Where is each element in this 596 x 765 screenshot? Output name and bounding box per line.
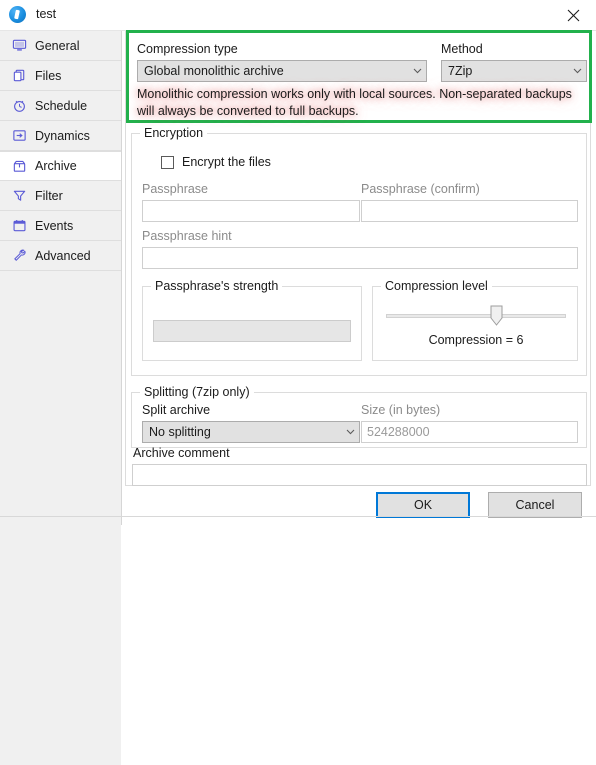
sidebar-item-archive[interactable]: Archive	[0, 151, 121, 181]
sidebar-item-label: Archive	[35, 159, 77, 173]
archive-icon	[11, 158, 27, 174]
splitting-group: Splitting (7zip only) Split archive No s…	[131, 385, 587, 448]
monitor-icon	[11, 38, 27, 54]
compression-level-value: Compression = 6	[428, 333, 524, 347]
compression-level-group: Compression level Compression = 6	[372, 279, 578, 361]
encrypt-files-label: Encrypt the files	[182, 155, 271, 169]
encryption-group: Encryption Encrypt the files Passphrase …	[131, 126, 587, 376]
sidebar-item-label: Advanced	[35, 248, 91, 263]
sidebar-item-label: General	[35, 38, 80, 53]
passphrase-confirm-label: Passphrase (confirm)	[361, 182, 480, 196]
compression-type-select[interactable]: Global monolithic archive	[137, 60, 427, 82]
split-archive-select[interactable]: No splitting	[142, 421, 360, 443]
compression-level-title: Compression level	[381, 279, 492, 293]
window-title: test	[36, 7, 57, 21]
sidebar-item-files[interactable]: Files	[0, 61, 121, 91]
passphrase-label: Passphrase	[142, 182, 209, 196]
compression-warning-text: Monolithic compression works only with l…	[137, 87, 572, 118]
sidebar-item-filter[interactable]: Filter	[0, 181, 121, 211]
files-icon	[11, 68, 27, 84]
clock-icon	[11, 98, 27, 114]
sidebar-item-label: Dynamics	[35, 128, 90, 143]
sidebar-item-label: Schedule	[35, 98, 88, 113]
content-area: Compression type Global monolithic archi…	[122, 30, 596, 525]
passphrase-strength-title: Passphrase's strength	[151, 279, 283, 293]
cancel-button[interactable]: Cancel	[488, 492, 582, 518]
passphrase-input[interactable]	[142, 200, 360, 222]
compression-highlight-box: Compression type Global monolithic archi…	[126, 30, 592, 123]
title-bar: test	[0, 0, 596, 31]
chevron-down-icon	[341, 429, 359, 435]
compression-type-label: Compression type	[137, 42, 238, 56]
method-value: 7Zip	[448, 64, 473, 78]
sidebar-item-general[interactable]: General	[0, 31, 121, 61]
split-archive-label: Split archive	[142, 403, 211, 417]
sidebar: General Files Schedule Dynamics Archive …	[0, 31, 122, 765]
encryption-group-title: Encryption	[140, 126, 208, 140]
close-icon[interactable]	[551, 0, 596, 30]
size-bytes-label: Size (in bytes)	[361, 403, 441, 417]
passphrase-strength-group: Passphrase's strength	[142, 279, 362, 361]
passphrase-hint-label: Passphrase hint	[142, 229, 232, 243]
split-archive-value: No splitting	[149, 425, 211, 439]
compression-type-value: Global monolithic archive	[144, 64, 284, 78]
ok-button[interactable]: OK	[376, 492, 470, 518]
sidebar-item-label: Filter	[35, 188, 63, 203]
calendar-icon	[11, 218, 27, 234]
funnel-icon	[11, 188, 27, 204]
encrypt-files-checkbox[interactable]	[161, 156, 174, 169]
passphrase-confirm-input[interactable]	[361, 200, 578, 222]
archive-comment-label: Archive comment	[133, 446, 230, 460]
compression-level-slider-track[interactable]	[386, 314, 566, 318]
method-label: Method	[441, 42, 483, 56]
chevron-down-icon	[408, 68, 426, 74]
app-circle-icon	[9, 6, 26, 23]
bottom-divider	[0, 516, 596, 517]
sidebar-item-events[interactable]: Events	[0, 211, 121, 241]
sidebar-item-schedule[interactable]: Schedule	[0, 91, 121, 121]
wrench-icon	[11, 248, 27, 264]
sidebar-filler	[0, 271, 121, 765]
size-bytes-input[interactable]: 524288000	[361, 421, 578, 443]
splitting-group-title: Splitting (7zip only)	[140, 385, 254, 399]
chevron-down-icon	[568, 68, 586, 74]
arrow-box-icon	[11, 128, 27, 144]
method-select[interactable]: 7Zip	[441, 60, 587, 82]
sidebar-item-advanced[interactable]: Advanced	[0, 241, 121, 271]
passphrase-hint-input[interactable]	[142, 247, 578, 269]
sidebar-item-dynamics[interactable]: Dynamics	[0, 121, 121, 151]
sidebar-item-label: Files	[35, 68, 62, 83]
bottom-cutoff-row	[33, 519, 273, 525]
passphrase-strength-bar	[153, 320, 351, 342]
sidebar-item-label: Events	[35, 218, 74, 233]
compression-level-slider-thumb[interactable]	[490, 305, 503, 326]
archive-comment-input[interactable]	[132, 464, 587, 486]
